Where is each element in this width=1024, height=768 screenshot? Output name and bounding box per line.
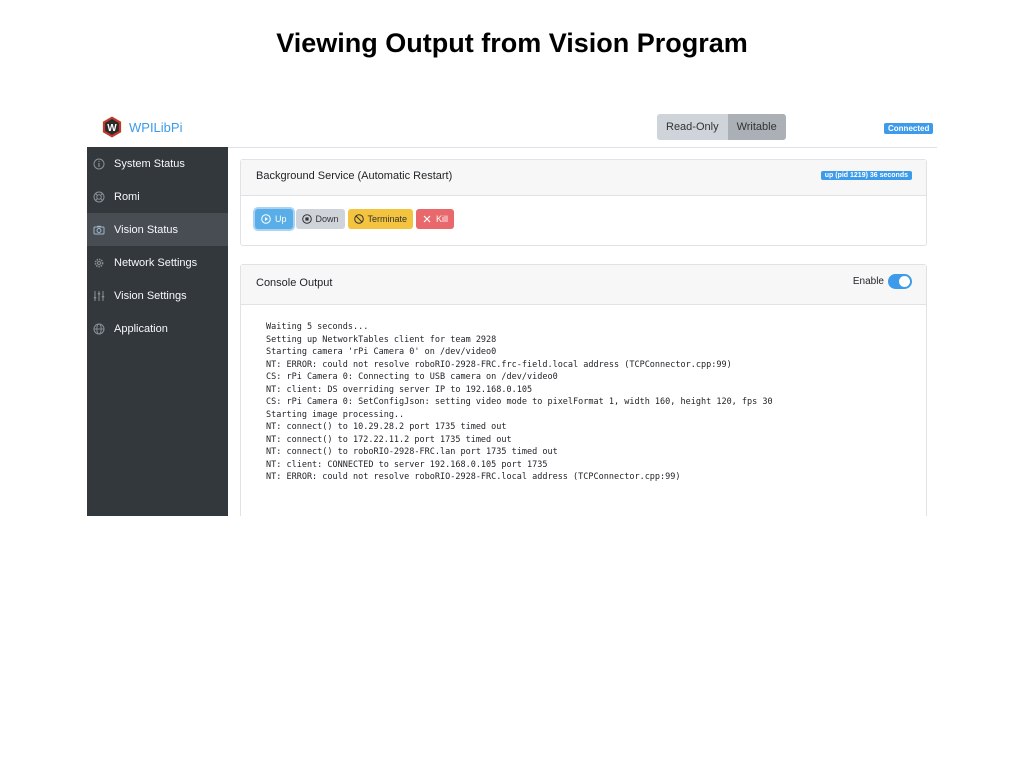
kill-button-label: Kill xyxy=(436,214,449,224)
console-line: CS: rPi Camera 0: Connecting to USB came… xyxy=(266,372,558,382)
camera-icon xyxy=(93,224,105,236)
wpilib-logo-icon: W xyxy=(102,116,122,138)
console-line: Starting camera 'rPi Camera 0' on /dev/v… xyxy=(266,347,497,357)
close-icon xyxy=(423,215,431,223)
globe-icon xyxy=(93,323,105,335)
read-only-button[interactable]: Read-Only xyxy=(657,114,728,140)
console-line: NT: connect() to roboRIO-2928-FRC.lan po… xyxy=(266,447,558,457)
console-line: NT: client: DS overriding server IP to 1… xyxy=(266,384,533,395)
service-status-badge: up (pid 1219) 36 seconds xyxy=(820,171,912,180)
console-line: Starting image processing.. xyxy=(266,409,405,420)
top-navbar: W WPILibPi Read-Only Writable Connected xyxy=(87,108,937,148)
sidebar-item-label: Romi xyxy=(114,190,140,203)
enable-control: Enable xyxy=(853,274,912,289)
sidebar-item-system-status[interactable]: System Status xyxy=(87,147,228,180)
mode-toggle-group: Read-Only Writable xyxy=(657,114,786,140)
card-header: Console Output Enable xyxy=(241,265,926,305)
card-title: Console Output xyxy=(256,277,333,289)
lifebuoy-icon xyxy=(93,191,105,203)
enable-toggle[interactable] xyxy=(888,274,912,289)
console-line: NT: client: CONNECTED to server 192.168.… xyxy=(266,459,548,470)
console-line: Setting up NetworkTables client for team… xyxy=(266,334,497,345)
info-icon xyxy=(93,158,105,170)
sidebar: System Status Romi Vision Status Network… xyxy=(87,147,228,516)
sidebar-item-label: Vision Settings xyxy=(114,289,187,302)
writable-button[interactable]: Writable xyxy=(727,114,786,140)
sidebar-item-label: Application xyxy=(114,322,168,335)
sidebar-item-vision-status[interactable]: Vision Status xyxy=(87,213,228,246)
sidebar-item-label: Vision Status xyxy=(114,223,179,236)
console-line: NT: ERROR: could not resolve roboRIO-292… xyxy=(266,359,732,370)
console-output-card: Console Output Enable Waiting 5 seconds.… xyxy=(240,264,927,516)
brand[interactable]: W WPILibPi xyxy=(101,116,182,138)
down-button-label: Down xyxy=(315,214,339,224)
terminate-button[interactable]: Terminate xyxy=(347,209,414,229)
up-button[interactable]: Up xyxy=(255,209,293,229)
console-line: NT: connect() to 10.29.28.2 port 1735 ti… xyxy=(266,422,507,432)
brand-name: WPILibPi xyxy=(129,119,183,135)
wpilibpi-window: W WPILibPi Read-Only Writable Connected … xyxy=(87,108,937,516)
up-button-label: Up xyxy=(275,214,287,224)
connection-status-badge: Connected xyxy=(884,123,934,134)
kill-button[interactable]: Kill xyxy=(416,209,455,229)
slide-title: Viewing Output from Vision Program xyxy=(276,28,748,58)
logo-letter: W xyxy=(107,123,117,134)
play-circle-icon xyxy=(261,214,271,224)
sidebar-item-application[interactable]: Application xyxy=(87,312,228,345)
service-button-row: Up Down Terminate Kill xyxy=(255,209,457,229)
sidebar-item-label: Network Settings xyxy=(114,256,198,269)
sidebar-item-romi[interactable]: Romi xyxy=(87,180,228,213)
sliders-icon xyxy=(93,290,105,302)
terminate-button-label: Terminate xyxy=(367,214,408,224)
gear-icon xyxy=(93,257,105,269)
enable-label: Enable xyxy=(852,276,884,287)
console-line: Waiting 5 seconds... xyxy=(266,322,369,332)
background-service-card: Background Service (Automatic Restart) u… xyxy=(240,159,927,246)
prohibited-icon xyxy=(353,214,364,224)
sidebar-item-label: System Status xyxy=(114,157,185,170)
down-button[interactable]: Down xyxy=(295,209,345,229)
toggle-knob xyxy=(899,276,910,287)
console-line: CS: rPi Camera 0: SetConfigJson: setting… xyxy=(266,397,773,407)
card-title: Background Service (Automatic Restart) xyxy=(256,170,453,182)
console-output-text: Waiting 5 seconds... Setting up NetworkT… xyxy=(266,321,916,484)
card-header: Background Service (Automatic Restart) u… xyxy=(241,160,926,196)
sidebar-item-network-settings[interactable]: Network Settings xyxy=(87,246,228,279)
console-line: NT: connect() to 172.22.11.2 port 1735 t… xyxy=(266,434,512,445)
sidebar-item-vision-settings[interactable]: Vision Settings xyxy=(87,279,228,312)
console-line: NT: ERROR: could not resolve roboRIO-292… xyxy=(266,472,681,482)
stop-circle-icon xyxy=(301,214,312,224)
